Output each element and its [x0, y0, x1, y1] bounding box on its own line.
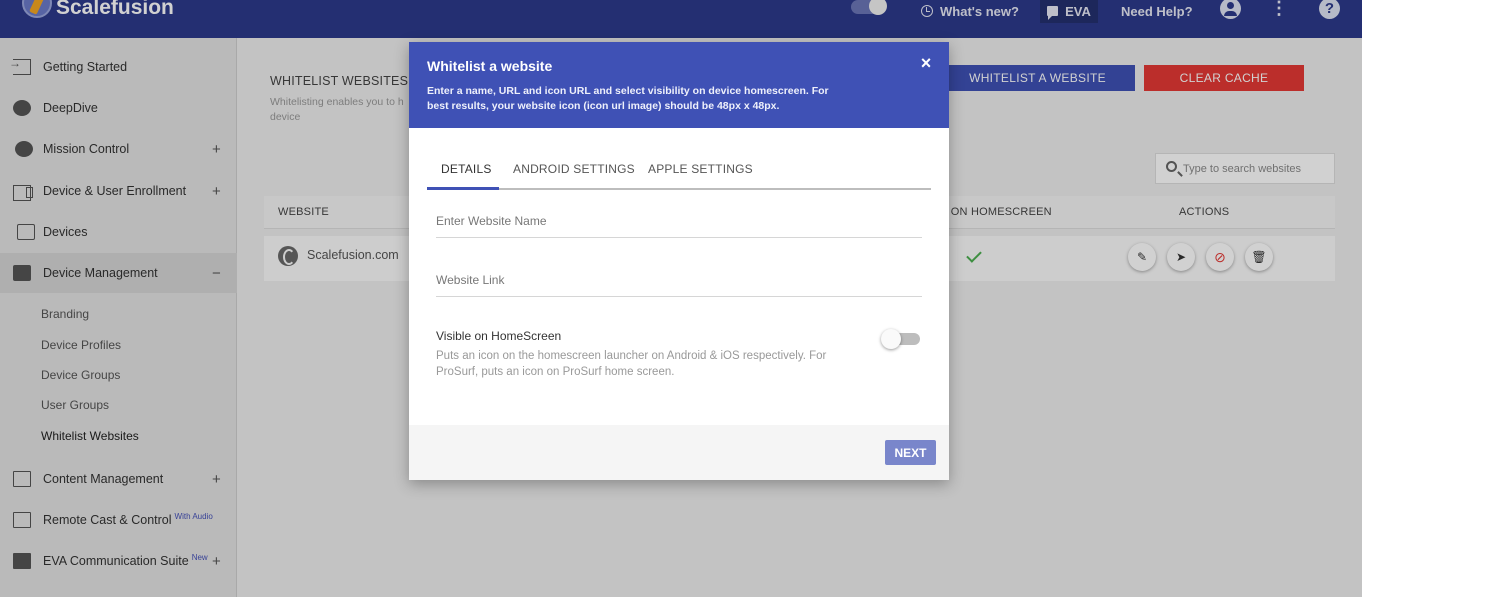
visible-homescreen-label: Visible on HomeScreen — [436, 329, 562, 343]
website-link-field — [436, 267, 922, 297]
website-name-field — [436, 208, 922, 238]
dialog-tabs: DETAILS ANDROID SETTINGS APPLE SETTINGS — [427, 152, 931, 190]
visible-homescreen-toggle[interactable] — [881, 328, 922, 350]
app-window: Scalefusion What's new? EVA Need Help? ⋮… — [0, 0, 1362, 597]
whitelist-website-dialog: Whitelist a website Enter a name, URL an… — [409, 42, 949, 480]
dialog-description: Enter a name, URL and icon URL and selec… — [427, 85, 829, 112]
active-tab-indicator — [427, 187, 499, 190]
close-icon[interactable]: × — [917, 54, 935, 72]
toggle-knob — [881, 329, 901, 349]
tab-apple-settings[interactable]: APPLE SETTINGS — [648, 162, 753, 176]
website-name-input[interactable] — [436, 208, 922, 234]
website-link-input[interactable] — [436, 267, 922, 293]
dialog-header: Whitelist a website Enter a name, URL an… — [409, 42, 949, 128]
next-button[interactable]: NEXT — [885, 440, 936, 465]
dialog-title: Whitelist a website — [427, 58, 553, 74]
tab-details[interactable]: DETAILS — [441, 162, 492, 176]
dialog-footer: NEXT — [409, 425, 949, 480]
tab-android-settings[interactable]: ANDROID SETTINGS — [513, 162, 635, 176]
visible-homescreen-description: Puts an icon on the homescreen launcher … — [436, 350, 827, 378]
